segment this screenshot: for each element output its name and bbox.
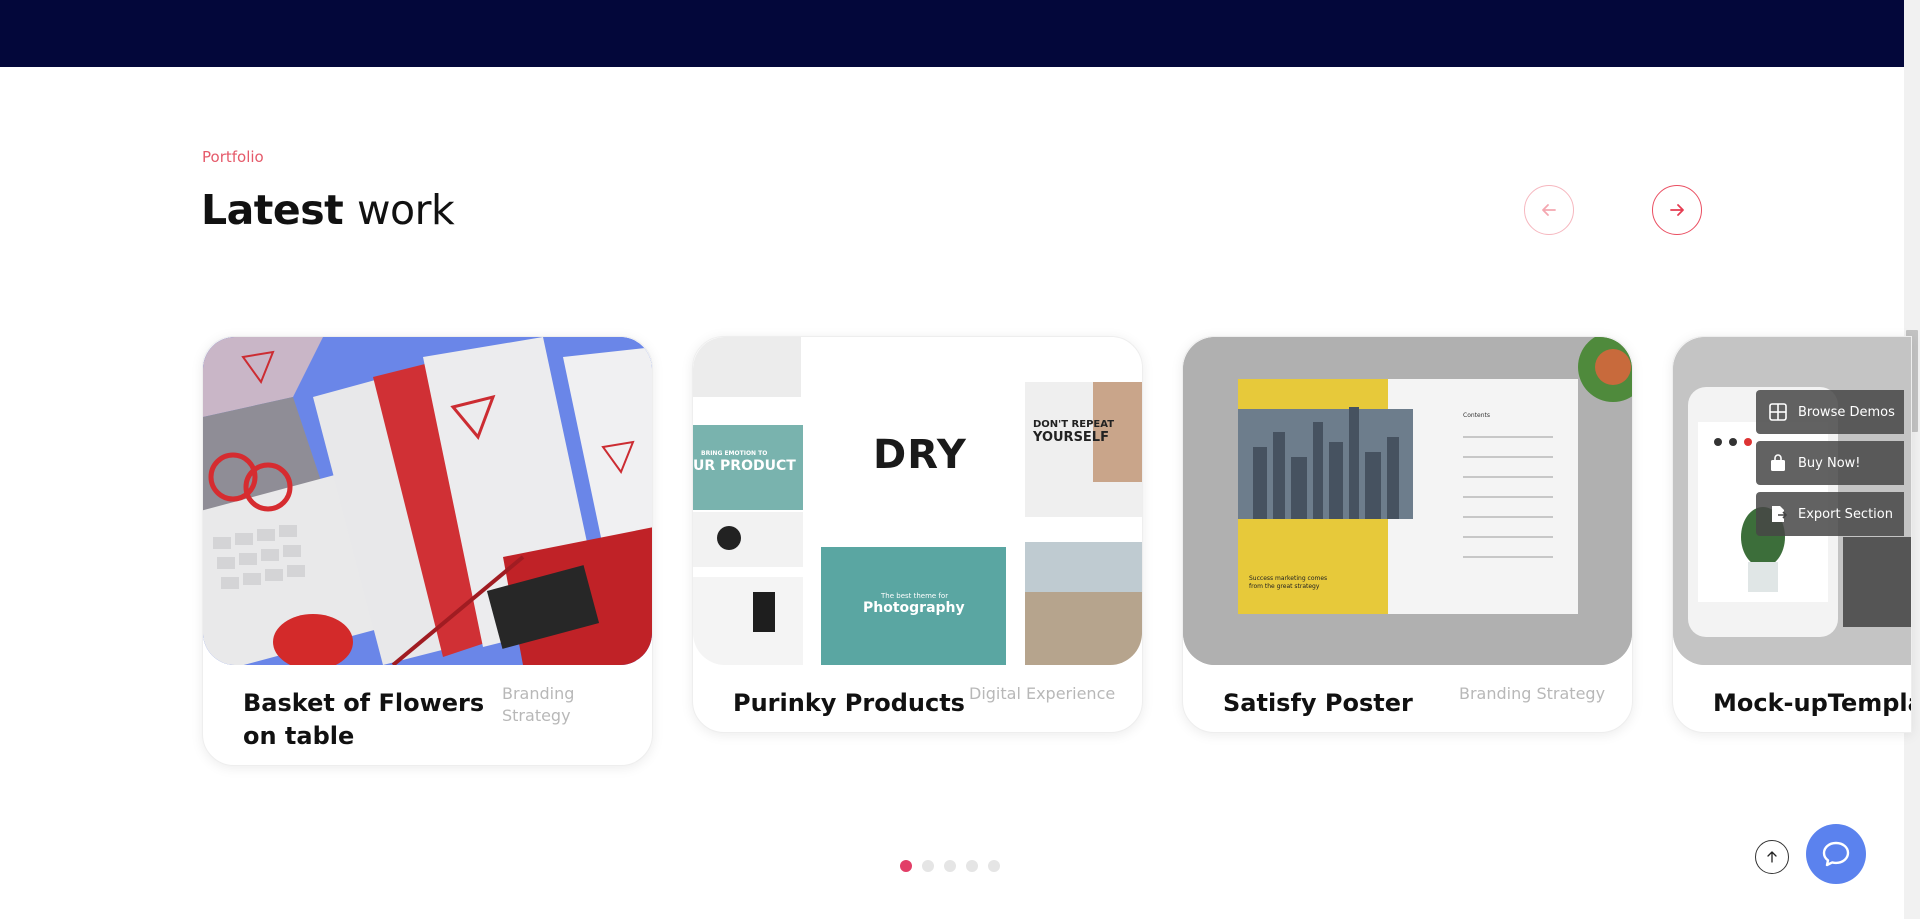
arrow-right-icon — [1670, 204, 1684, 216]
card-title[interactable]: Basket of Flowers on table — [243, 687, 503, 753]
top-header-bar — [0, 0, 1904, 67]
heading-bold: Latest — [201, 186, 344, 234]
image-caption-text: from the great strategy — [1249, 583, 1320, 590]
pagination-dot[interactable] — [966, 860, 978, 872]
card-category: Branding Strategy — [1459, 684, 1606, 703]
carousel-next-button[interactable] — [1652, 185, 1702, 235]
image-caption-text: DON'T REPEAT — [1033, 419, 1115, 430]
card-image-dry-theme[interactable]: DRY BRING EMOTION TO UR PRODUCT The best… — [693, 337, 1142, 665]
portfolio-card[interactable]: DRY BRING EMOTION TO UR PRODUCT The best… — [692, 336, 1143, 733]
scroll-to-top-button[interactable] — [1755, 840, 1789, 874]
arrow-up-icon — [1767, 851, 1777, 863]
card-image-stationery[interactable] — [203, 337, 652, 665]
browse-demos-button[interactable]: Browse Demos — [1756, 390, 1904, 434]
image-caption-text: Success marketing comes — [1249, 575, 1328, 582]
card-title[interactable]: Purinky Products — [733, 687, 993, 720]
export-section-button[interactable]: Export Section — [1756, 492, 1904, 536]
section-heading: Latest work — [201, 186, 455, 234]
card-category: Branding Strategy — [502, 684, 575, 725]
pagination-dot[interactable] — [900, 860, 912, 872]
float-item-label: Export Section — [1798, 506, 1893, 522]
card-title[interactable]: Mock-upTempla — [1713, 687, 1911, 720]
portfolio-card[interactable]: Contents Success marketing comes from th… — [1182, 336, 1633, 733]
export-icon — [1768, 504, 1788, 524]
stationery-mockup-illustration — [203, 337, 652, 665]
carousel-prev-button[interactable] — [1524, 185, 1574, 235]
buy-now-button[interactable]: Buy Now! — [1756, 441, 1904, 485]
chat-button[interactable] — [1806, 824, 1866, 884]
carousel-pagination — [900, 860, 1000, 872]
magazine-mockup-illustration — [1183, 337, 1632, 665]
floating-side-menu: Browse Demos Buy Now! Export Section — [1756, 390, 1904, 543]
card-title[interactable]: Satisfy Poster — [1223, 687, 1483, 720]
float-item-label: Buy Now! — [1798, 455, 1861, 471]
section-eyebrow: Portfolio — [202, 148, 264, 166]
pagination-dot[interactable] — [922, 860, 934, 872]
image-caption-text: YOURSELF — [1033, 430, 1109, 445]
heading-light: work — [356, 186, 455, 234]
image-caption-text: The best theme for — [881, 592, 949, 600]
image-headline-text: DRY — [873, 432, 967, 478]
pagination-dot[interactable] — [988, 860, 1000, 872]
image-caption-text: UR PRODUCT — [693, 458, 796, 474]
arrow-left-icon — [1542, 204, 1556, 216]
chat-bubble-icon — [1822, 841, 1850, 867]
float-item-label: Browse Demos — [1798, 404, 1895, 420]
image-caption-text: Photography — [863, 600, 965, 616]
pagination-dot[interactable] — [944, 860, 956, 872]
grid-icon — [1768, 402, 1788, 422]
image-caption-text: BRING EMOTION TO — [701, 450, 768, 457]
card-category: Digital Experience — [969, 684, 1116, 703]
card-image-poster[interactable]: Contents Success marketing comes from th… — [1183, 337, 1632, 665]
portfolio-card[interactable]: Basket of Flowers on table Branding Stra… — [202, 336, 653, 766]
bag-icon — [1768, 453, 1788, 473]
image-caption-text: Contents — [1463, 412, 1490, 419]
